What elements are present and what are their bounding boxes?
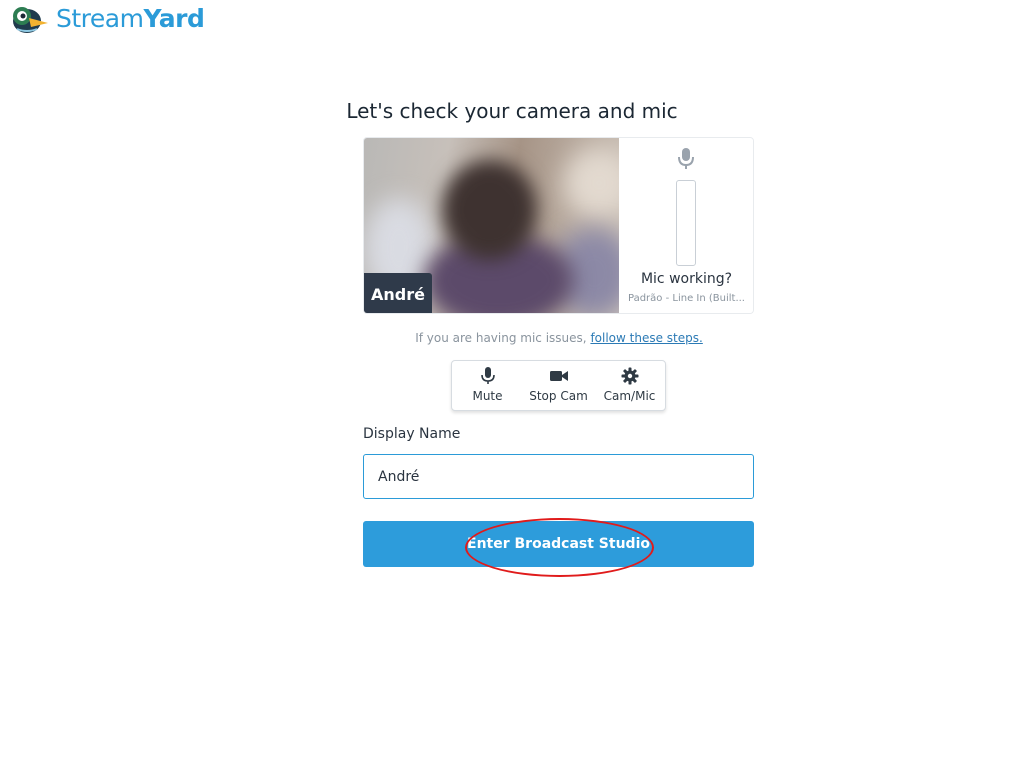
- logo-text-stream: Stream: [56, 4, 144, 33]
- enter-broadcast-studio-button[interactable]: Enter Broadcast Studio: [363, 521, 754, 567]
- help-text: If you are having mic issues,: [415, 331, 591, 345]
- stop-cam-label: Stop Cam: [529, 389, 588, 403]
- mute-button[interactable]: Mute: [452, 361, 523, 410]
- cam-mic-settings-button[interactable]: Cam/Mic: [594, 361, 665, 410]
- duck-logo-icon: [13, 7, 48, 33]
- streamyard-logo[interactable]: StreamYard: [11, 3, 205, 35]
- mic-help-text: If you are having mic issues, follow the…: [0, 331, 1024, 345]
- gear-icon: [621, 367, 638, 385]
- media-controls: Mute Stop Cam Cam/Mic: [451, 360, 666, 411]
- camera-preview-video: André: [364, 138, 619, 313]
- cam-mic-label: Cam/Mic: [603, 389, 656, 403]
- logo-wordmark: StreamYard: [56, 3, 205, 35]
- mic-device-name: Padrão - Line In (Built...: [628, 293, 745, 304]
- microphone-icon: [480, 367, 495, 384]
- display-name-label: Display Name: [363, 426, 461, 442]
- video-camera-icon: [549, 371, 568, 381]
- mic-status-label: Mic working?: [640, 271, 733, 287]
- logo-text-yard: Yard: [143, 4, 205, 33]
- follow-steps-link[interactable]: follow these steps.: [590, 331, 702, 345]
- camera-mic-preview: André Mic working? Padrão - Line In (Bui…: [363, 137, 754, 314]
- mute-label: Mute: [472, 389, 503, 403]
- microphone-icon: [678, 148, 694, 169]
- participant-name-tag: André: [364, 273, 432, 313]
- mic-level-meter: [676, 180, 696, 266]
- stop-cam-button[interactable]: Stop Cam: [523, 361, 594, 410]
- display-name-input[interactable]: [363, 454, 754, 499]
- page-title: Let's check your camera and mic: [346, 99, 678, 123]
- mic-check-panel: Mic working? Padrão - Line In (Built...: [619, 138, 753, 313]
